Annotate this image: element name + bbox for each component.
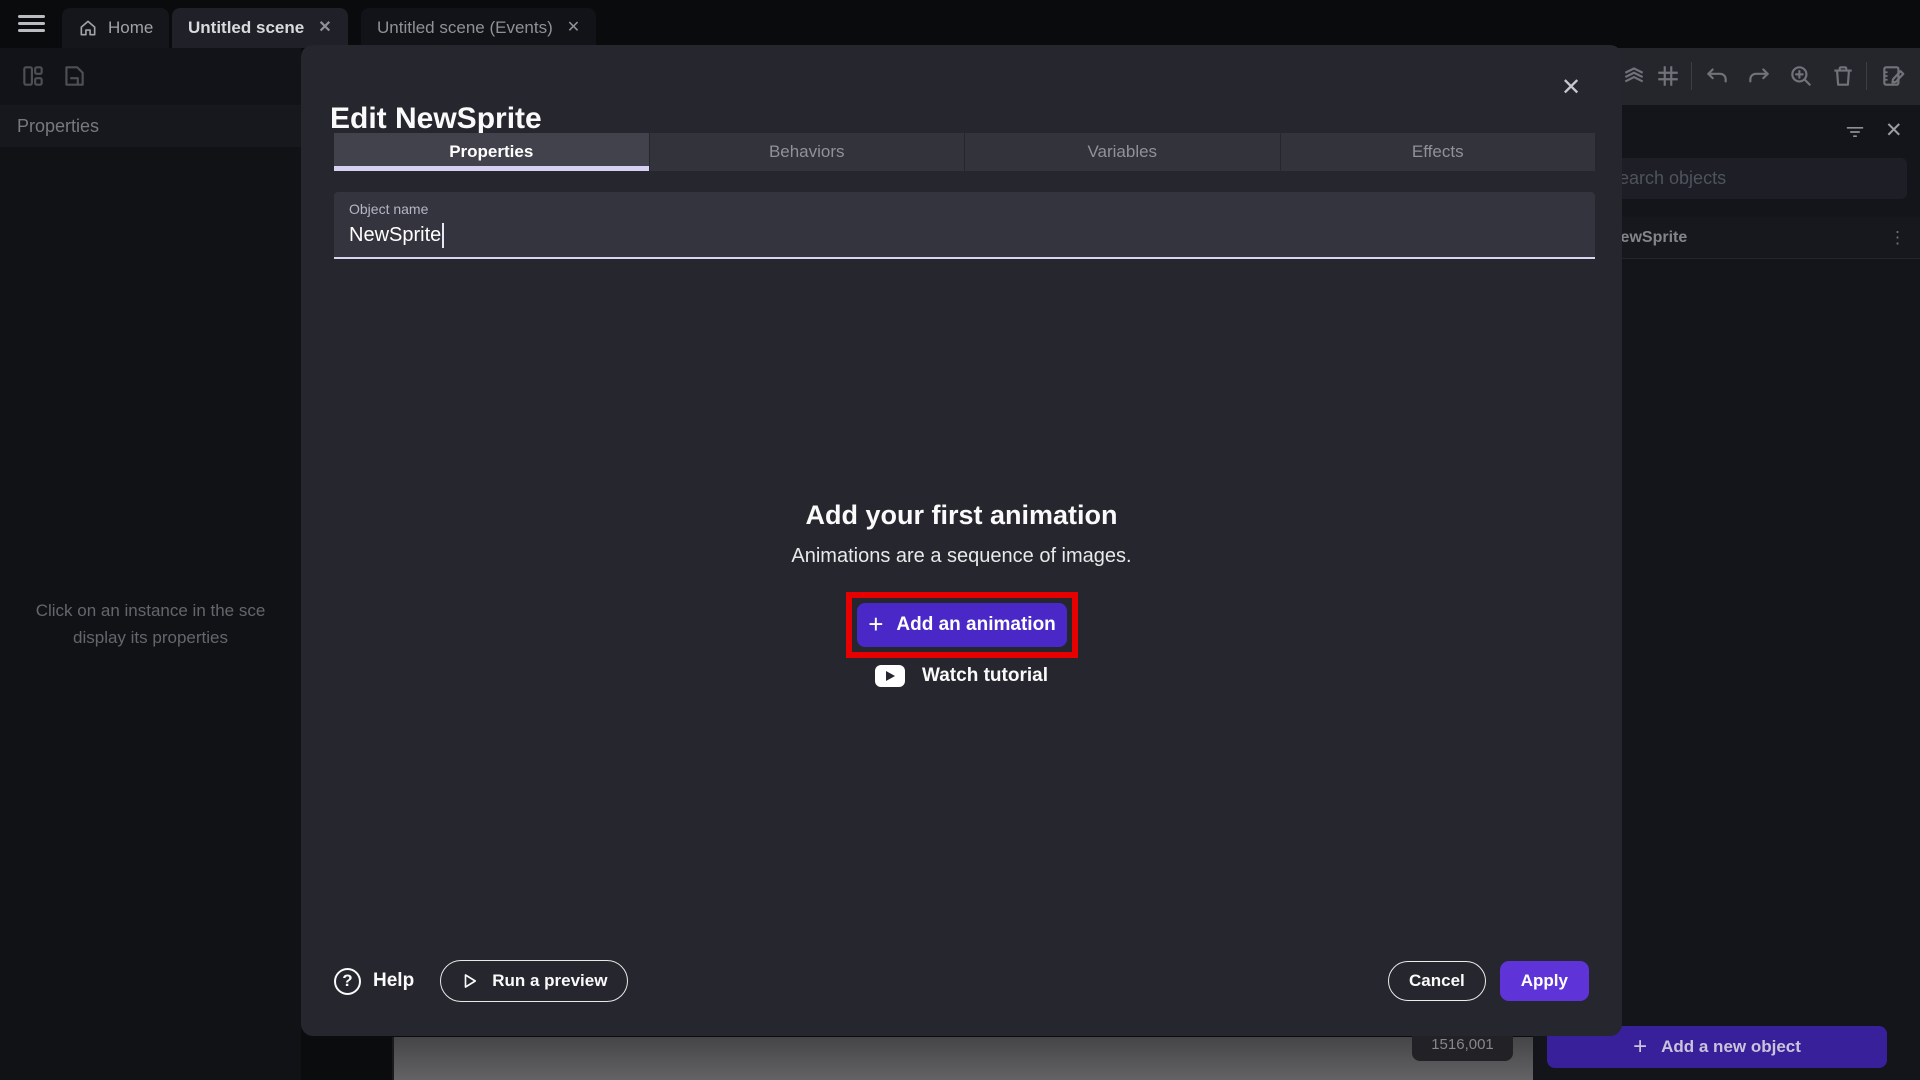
properties-panel: Properties Click on an instance in the s… <box>0 105 301 1080</box>
home-icon <box>78 18 98 38</box>
object-menu-icon[interactable]: ⋮ <box>1889 228 1906 248</box>
toolbar-divider <box>1866 62 1867 90</box>
close-dialog-icon[interactable]: ✕ <box>1553 69 1589 105</box>
tab-label: Untitled scene <box>188 18 304 38</box>
plus-icon: + <box>868 613 883 636</box>
undo-icon[interactable] <box>1704 63 1730 89</box>
add-animation-button[interactable]: + Add an animation <box>857 603 1067 647</box>
object-name-field-label: Object name <box>349 201 428 217</box>
youtube-icon <box>875 665 905 687</box>
properties-panel-header: Properties <box>0 105 301 147</box>
tab-properties[interactable]: Properties <box>334 133 650 171</box>
apply-button[interactable]: Apply <box>1500 961 1589 1001</box>
grid-icon[interactable] <box>1655 63 1681 89</box>
tab-behaviors[interactable]: Behaviors <box>650 133 966 171</box>
editor-toolbar-left <box>0 48 301 105</box>
close-tab-icon[interactable]: ✕ <box>318 20 331 36</box>
run-preview-button[interactable]: Run a preview <box>440 960 628 1002</box>
plus-icon: + <box>1633 1035 1647 1059</box>
edit-object-dialog: Edit NewSprite ✕ Properties Behaviors Va… <box>301 45 1622 1036</box>
tab-effects[interactable]: Effects <box>1281 133 1596 171</box>
help-button[interactable]: ? Help <box>334 968 414 995</box>
empty-state-heading: Add your first animation <box>301 500 1622 531</box>
dialog-footer: ? Help Run a preview Cancel Apply <box>334 960 1589 1002</box>
dialog-title: Edit NewSprite <box>330 102 542 136</box>
top-bar: Home Untitled scene ✕ Untitled scene (Ev… <box>0 0 1920 48</box>
tab-untitled-scene-events[interactable]: Untitled scene (Events) ✕ <box>361 8 596 48</box>
properties-panel-title: Properties <box>17 116 99 137</box>
layers-icon[interactable] <box>1621 63 1647 89</box>
close-panel-icon[interactable]: ✕ <box>1885 118 1903 143</box>
tab-home[interactable]: Home <box>62 8 169 48</box>
help-icon: ? <box>334 968 361 995</box>
instance-properties-icon[interactable] <box>1880 63 1906 89</box>
tab-untitled-scene[interactable]: Untitled scene ✕ <box>172 8 348 48</box>
tab-label: Untitled scene (Events) <box>377 18 553 38</box>
tab-label: Home <box>108 18 153 38</box>
cancel-button[interactable]: Cancel <box>1388 961 1486 1001</box>
close-tab-icon[interactable]: ✕ <box>567 20 580 36</box>
scene-canvas[interactable] <box>392 1037 1533 1080</box>
hamburger-menu-icon[interactable] <box>18 15 45 32</box>
panels-icon[interactable] <box>20 63 46 89</box>
dialog-tab-bar: Properties Behaviors Variables Effects <box>334 133 1595 171</box>
zoom-in-icon[interactable] <box>1788 63 1814 89</box>
toolbar-divider <box>1691 62 1692 90</box>
save-icon[interactable] <box>61 63 87 89</box>
object-name-field-value: NewSprite <box>349 223 444 248</box>
watch-tutorial-link[interactable]: Watch tutorial <box>301 665 1622 687</box>
object-name-field[interactable]: Object name NewSprite <box>334 192 1595 259</box>
filter-icon[interactable] <box>1845 122 1865 140</box>
tab-variables[interactable]: Variables <box>965 133 1281 171</box>
text-cursor <box>442 223 444 248</box>
empty-state-subheading: Animations are a sequence of images. <box>301 545 1622 568</box>
redo-icon[interactable] <box>1746 63 1772 89</box>
properties-empty-hint: Click on an instance in the sce display … <box>0 597 301 651</box>
trash-icon[interactable] <box>1830 63 1856 89</box>
play-icon <box>461 972 479 990</box>
